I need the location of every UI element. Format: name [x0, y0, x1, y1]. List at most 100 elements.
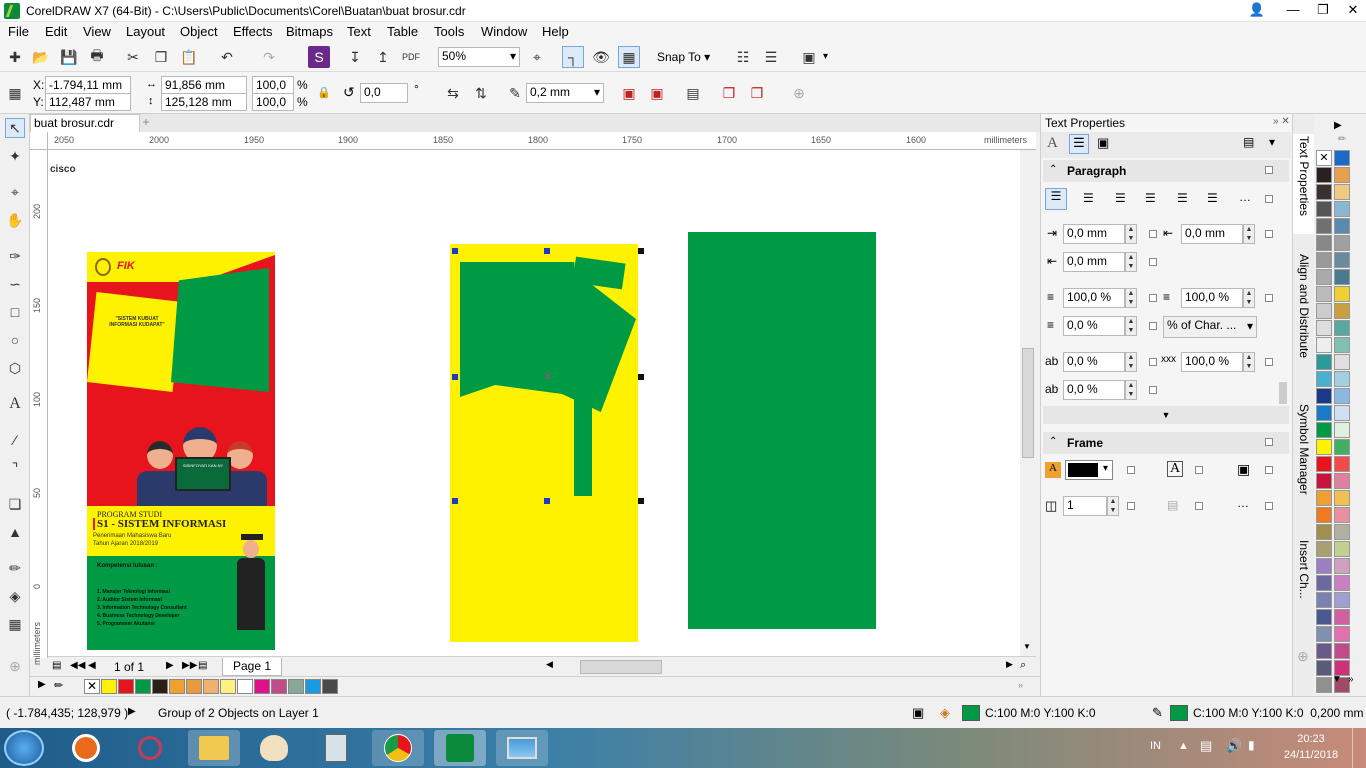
palette-scroll-right-icon[interactable]: » — [1348, 674, 1354, 685]
palette-swatch[interactable] — [1334, 524, 1350, 540]
cut-icon[interactable]: ✂ — [122, 46, 144, 68]
palette-swatch[interactable] — [1316, 575, 1332, 591]
palette-swatch[interactable] — [1334, 558, 1350, 574]
palette-swatch[interactable] — [1316, 388, 1332, 404]
pan-tool-icon[interactable]: ✋ — [5, 210, 25, 230]
new-tab-icon[interactable]: + — [138, 115, 154, 131]
palette-swatch[interactable] — [1316, 218, 1332, 234]
redo-icon[interactable]: ↷ — [258, 46, 280, 68]
view-icon[interactable]: 👁 — [590, 46, 612, 68]
ruler-origin-icon[interactable] — [30, 132, 48, 150]
width-field[interactable]: 91,856 mm — [161, 76, 247, 94]
height-field[interactable]: 125,128 mm — [161, 93, 247, 111]
docker-menu-icon[interactable]: ▾ — [1269, 135, 1275, 149]
freehand-tool-icon[interactable]: ✑ — [5, 246, 25, 266]
palette-swatch[interactable] — [1316, 660, 1332, 676]
palette-flyout-icon[interactable]: ▶ — [1334, 120, 1342, 131]
last-page-icon[interactable]: ▶▶ — [182, 660, 197, 671]
palette-swatch[interactable] — [1316, 337, 1332, 353]
palette-swatch[interactable] — [1334, 252, 1350, 268]
scroll-left-icon[interactable]: ◀ — [546, 659, 560, 674]
palette-swatch[interactable] — [1316, 252, 1332, 268]
palette-swatch[interactable] — [1334, 405, 1350, 421]
dimension-tool-icon[interactable]: ∕ — [5, 430, 25, 450]
pick-tool-icon[interactable]: ↖ — [5, 118, 25, 138]
palette-scroll-icon[interactable]: » — [1018, 680, 1023, 690]
ellipse-tool-icon[interactable]: ○ — [5, 330, 25, 350]
palette-swatch[interactable] — [1334, 235, 1350, 251]
palette-swatch[interactable] — [1316, 167, 1332, 183]
spacing-after-field[interactable]: 0,0 % — [1063, 316, 1125, 336]
first-page-icon[interactable]: ◀◀ — [70, 660, 85, 671]
fill-color-swatch[interactable] — [962, 705, 980, 721]
color-swatch[interactable] — [203, 679, 219, 694]
to-back-icon[interactable]: ❐ — [746, 82, 768, 104]
color-swatch[interactable] — [169, 679, 185, 694]
palette-swatch[interactable] — [1316, 184, 1332, 200]
palette-swatch[interactable] — [1334, 184, 1350, 200]
language-indicator[interactable]: IN — [1150, 740, 1161, 752]
export-icon[interactable]: ↥ — [372, 46, 394, 68]
network-icon[interactable]: ▤ — [1200, 738, 1212, 754]
snap-to-menu[interactable]: Snap To ▾ — [657, 50, 710, 64]
palette-swatch[interactable] — [1334, 269, 1350, 285]
color-swatch[interactable] — [152, 679, 168, 694]
color-swatch[interactable] — [220, 679, 236, 694]
green-post[interactable] — [574, 390, 592, 496]
no-color-swatch[interactable]: ✕ — [84, 679, 100, 694]
palette-swatch[interactable] — [1334, 320, 1350, 336]
character-spacing-field[interactable]: 0,0 % — [1063, 352, 1125, 372]
zoom-page-icon[interactable]: ⌖ — [526, 46, 548, 68]
menu-object[interactable]: Object — [180, 24, 218, 39]
green-page[interactable] — [688, 232, 876, 629]
palette-swatch[interactable] — [1334, 150, 1350, 166]
palette-swatch[interactable] — [1316, 371, 1332, 387]
palette-swatch[interactable] — [1316, 609, 1332, 625]
palette-swatch[interactable] — [1334, 456, 1350, 472]
left-indent-field[interactable]: 0,0 mm — [1063, 224, 1125, 244]
text-tool-icon[interactable]: A — [5, 394, 25, 414]
horizontal-ruler[interactable]: 2050 2000 1950 1900 1850 1800 1750 1700 … — [48, 132, 1036, 150]
language-spacing-field[interactable]: 0,0 % — [1063, 380, 1125, 400]
palette-swatch[interactable] — [1334, 473, 1350, 489]
frame-more-icon[interactable]: … — [1237, 496, 1249, 510]
menu-table[interactable]: Table — [387, 24, 418, 39]
color-swatch[interactable] — [288, 679, 304, 694]
new-icon[interactable]: ✚ — [4, 46, 26, 68]
selection-handle[interactable] — [638, 498, 644, 504]
menu-edit[interactable]: Edit — [45, 24, 67, 39]
transparency-icon[interactable]: ▲ — [5, 522, 25, 542]
color-swatch[interactable] — [186, 679, 202, 694]
palette-swatch[interactable] — [1316, 456, 1332, 472]
scroll-right-icon[interactable]: ▶ — [1006, 659, 1013, 670]
mirror-horizontal-icon[interactable]: ⇆ — [442, 82, 464, 104]
palette-swatch[interactable] — [1316, 201, 1332, 217]
palette-menu-icon[interactable]: ▶ — [38, 679, 46, 690]
language-spacing-spinner[interactable]: ▲ ▼ — [1125, 380, 1137, 400]
add-tool-icon[interactable]: ⊕ — [5, 656, 25, 676]
palette-swatch[interactable] — [1334, 337, 1350, 353]
chrome-icon[interactable] — [372, 730, 424, 766]
selection-handle[interactable] — [544, 498, 550, 504]
palette-swatch[interactable] — [1316, 235, 1332, 251]
page-options-icon[interactable]: ▤ — [52, 660, 61, 671]
palette-swatch[interactable] — [1334, 507, 1350, 523]
columns-field[interactable]: 1 — [1063, 496, 1107, 516]
options-icon[interactable]: ☰ — [760, 46, 782, 68]
save-icon[interactable]: 💾 — [58, 46, 80, 68]
rulers-icon[interactable]: ┐ — [562, 46, 584, 68]
print-icon[interactable]: 🖶 — [86, 46, 108, 68]
menu-file[interactable]: File — [8, 24, 29, 39]
selection-handle[interactable] — [452, 498, 458, 504]
frame-color-picker[interactable]: ▾ — [1065, 460, 1113, 480]
next-page-icon[interactable]: ▶ — [166, 660, 174, 671]
frame-options-icon[interactable]: ▣ — [1237, 461, 1250, 478]
polygon-tool-icon[interactable]: ⬡ — [5, 358, 25, 378]
spacing-unit-select[interactable]: % of Char. ... ▾ — [1163, 316, 1257, 338]
palette-swatch[interactable] — [1334, 388, 1350, 404]
zoom-icon[interactable]: ⌕ — [1020, 659, 1026, 672]
crop-tool-icon[interactable]: ⌖ — [5, 182, 25, 202]
palette-swatch[interactable] — [1334, 422, 1350, 438]
palette-swatch[interactable]: ✕ — [1316, 150, 1332, 166]
color-swatch[interactable] — [305, 679, 321, 694]
